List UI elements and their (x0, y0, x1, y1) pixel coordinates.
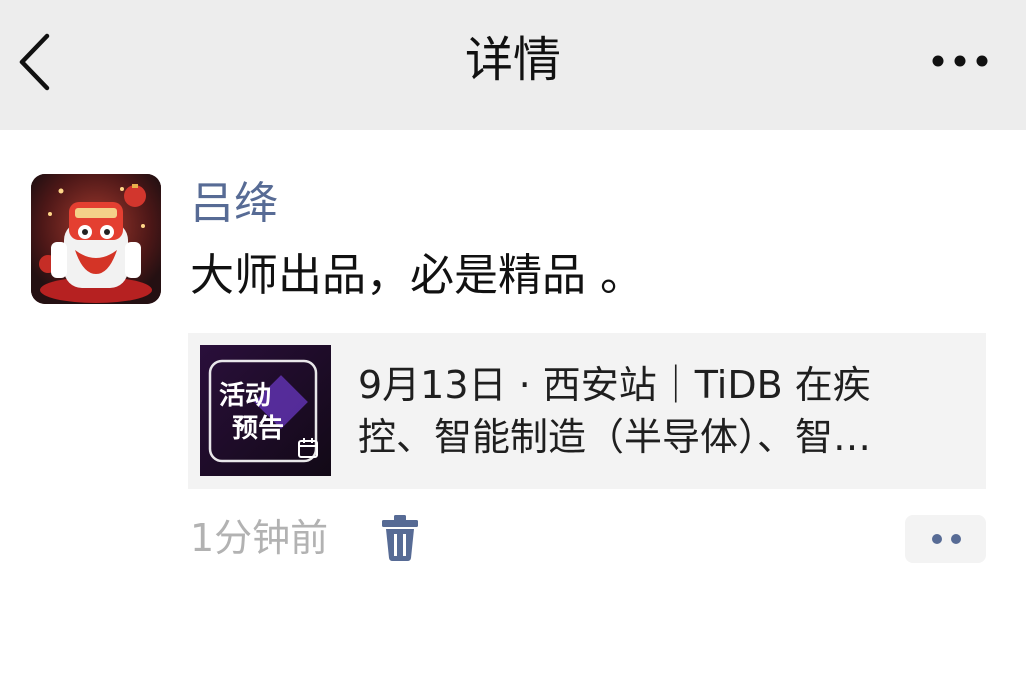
avatar-image (31, 174, 161, 304)
article-title-line-1: 9月13日 · 西安站｜TiDB 在疾 (358, 363, 871, 407)
trash-icon[interactable] (378, 514, 422, 562)
navigation-bar: 详情 (0, 0, 1026, 130)
article-title: 9月13日 · 西安站｜TiDB 在疾 控、智能制造（半导体）、智… (358, 359, 968, 463)
comment-like-button[interactable] (905, 515, 986, 563)
page-title: 详情 (464, 32, 561, 88)
article-thumbnail: 活动 预告 (200, 345, 331, 476)
author-name[interactable]: 吕绛 (190, 172, 278, 236)
post-time: 1分钟前 (190, 516, 329, 560)
more-horizontal-icon[interactable] (924, 48, 994, 74)
thumbnail-line-1: 活动 (219, 381, 271, 411)
post-text: 大师出品，必是精品 。 (190, 250, 644, 301)
avatar[interactable] (31, 174, 161, 304)
thumbnail-line-2: 预告 (232, 414, 284, 444)
moment-detail: 吕绛 大师出品，必是精品 。 活动 预告 9月13日 · 西安站｜TiDB 在疾… (0, 130, 1026, 700)
article-title-line-2: 控、智能制造（半导体）、智… (358, 415, 872, 459)
shared-article-card[interactable]: 活动 预告 9月13日 · 西安站｜TiDB 在疾 控、智能制造（半导体）、智… (188, 333, 986, 489)
more-dots-icon (932, 534, 961, 544)
